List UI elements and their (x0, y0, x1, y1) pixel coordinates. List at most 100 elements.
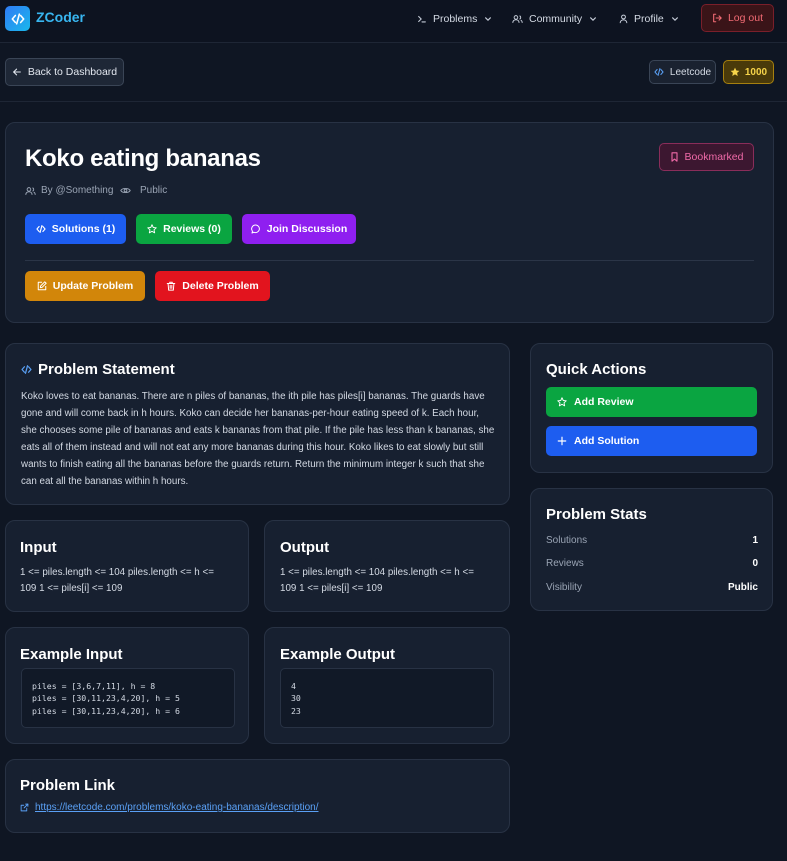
back-to-dashboard-button[interactable]: Back to Dashboard (5, 58, 124, 86)
statement-heading: Problem Statement (38, 361, 175, 378)
brand-logo-icon[interactable] (5, 6, 30, 31)
star-icon (730, 67, 740, 77)
input-text: 1 <= piles.length <= 104 piles.length <=… (20, 565, 235, 597)
code-icon (654, 67, 664, 77)
chevron-down-icon (671, 15, 679, 23)
statement-line: can eat all the bananas within h hours. (21, 476, 189, 487)
example-input-heading: Example Input (20, 646, 123, 663)
nav-community-label: Community (529, 13, 583, 25)
quick-actions-card: Quick Actions Add Review Add Solution (530, 343, 773, 473)
example-output-code: 4 30 23 (280, 668, 494, 728)
statement-text: Koko loves to eat bananas. There are n p… (21, 388, 496, 490)
nav-problems-label: Problems (433, 13, 478, 25)
code-line: piles = [30,11,23,4,20], h = 5 (32, 693, 180, 704)
input-card: Input 1 <= piles.length <= 104 piles.len… (5, 520, 249, 612)
nav-community[interactable]: Community (512, 12, 597, 26)
code-line: 23 (291, 705, 301, 716)
logout-button[interactable]: Log out (701, 4, 774, 32)
statement-line: she chooses some pile of bananas and eat… (21, 425, 495, 436)
bookmark-icon (670, 152, 679, 162)
problem-link-card: Problem Link https://leetcode.com/proble… (5, 759, 510, 833)
output-heading: Output (280, 539, 330, 556)
reviews-button[interactable]: Reviews (0) (136, 214, 232, 244)
quick-actions-heading: Quick Actions (546, 361, 647, 378)
problem-link[interactable]: https://leetcode.com/problems/koko-eatin… (20, 802, 319, 813)
example-input-code: piles = [3,6,7,11], h = 8 piles = [30,11,… (21, 668, 235, 728)
star-outline-icon (557, 397, 567, 407)
input-line: 109 1 <= piles[i] <= 109 (20, 583, 123, 594)
sub-header: Back to Dashboard Leetcode 1000 (0, 43, 787, 102)
users-icon (512, 14, 523, 24)
example-input-card: Example Input piles = [3,6,7,11], h = 8p… (5, 627, 249, 744)
logout-icon (712, 13, 722, 23)
problem-header-card: Koko eating bananas Bookmarked By @Somet… (5, 122, 774, 323)
solutions-button[interactable]: Solutions (1) (25, 214, 126, 244)
code-line: piles = [3,6,7,11], h = 8 (32, 681, 156, 691)
statement-line: Koko loves to eat bananas. There are n p… (21, 391, 485, 402)
code-line: 30 (291, 693, 301, 704)
statement-line: eats all of them instead and will not ea… (21, 442, 484, 453)
statement-heading-row: Problem Statement (21, 361, 175, 378)
problem-stats-card: Problem Stats Solutions 1 Reviews 0 Visi… (530, 488, 773, 611)
author-label: By @Something (41, 185, 114, 196)
delete-problem-button[interactable]: Delete Problem (155, 271, 270, 301)
visibility-label: Public (140, 185, 168, 196)
edit-icon (37, 281, 47, 291)
stat-label: Visibility (546, 582, 582, 593)
terminal-icon (417, 14, 427, 24)
add-review-label: Add Review (574, 396, 634, 408)
points-value: 1000 (744, 66, 768, 78)
statement-line: gone and will come back in h hours. Koko… (21, 408, 480, 419)
update-label: Update Problem (52, 280, 134, 292)
nav-profile-label: Profile (634, 13, 664, 25)
nav-profile[interactable]: Profile (619, 12, 679, 26)
trash-icon (166, 281, 176, 291)
points-badge: 1000 (723, 60, 774, 84)
reviews-label: Reviews (0) (163, 223, 221, 235)
code-line: 4 (291, 681, 296, 691)
add-review-button[interactable]: Add Review (546, 387, 757, 417)
chevron-down-icon (589, 15, 597, 23)
problem-link-heading: Problem Link (20, 777, 116, 794)
stat-row-solutions: Solutions 1 (546, 535, 758, 546)
problem-stats-heading: Problem Stats (546, 506, 647, 523)
delete-label: Delete Problem (182, 280, 259, 292)
platform-badge: Leetcode (649, 60, 716, 84)
top-nav: ZCoder Problems Community Profile Log ou… (0, 0, 787, 43)
eye-icon (120, 186, 131, 195)
example-output-card: Example Output 4 30 23 (264, 627, 510, 744)
statement-line: wants to finish eating all the bananas b… (21, 459, 485, 470)
stat-row-visibility: Visibility Public (546, 582, 758, 593)
brand-name[interactable]: ZCoder (36, 9, 85, 25)
add-solution-label: Add Solution (574, 435, 640, 447)
problem-link-url[interactable]: https://leetcode.com/problems/koko-eatin… (35, 802, 319, 813)
stat-value: 1 (752, 535, 758, 546)
external-link-icon (20, 803, 29, 812)
problem-statement-card: Problem Statement Koko loves to eat bana… (5, 343, 510, 505)
join-discussion-button[interactable]: Join Discussion (242, 214, 356, 244)
problem-title: Koko eating bananas (25, 145, 261, 172)
code-icon (36, 224, 46, 234)
visibility-meta: Public (120, 185, 167, 196)
solutions-label: Solutions (1) (51, 223, 116, 235)
bookmark-button[interactable]: Bookmarked (659, 143, 754, 171)
update-problem-button[interactable]: Update Problem (25, 271, 145, 301)
arrow-left-icon (12, 67, 22, 77)
logout-label: Log out (727, 12, 764, 24)
output-text: 1 <= piles.length <= 104 piles.length <=… (280, 565, 495, 597)
author-meta: By @Something (25, 185, 113, 196)
stat-value: 0 (752, 558, 758, 569)
output-card: Output 1 <= piles.length <= 104 piles.le… (264, 520, 510, 612)
platform-label: Leetcode (669, 66, 712, 78)
add-solution-button[interactable]: Add Solution (546, 426, 757, 456)
stat-value: Public (727, 582, 758, 593)
code-icon (21, 364, 32, 375)
discussion-label: Join Discussion (266, 223, 348, 235)
user-icon (619, 14, 628, 24)
nav-problems[interactable]: Problems (417, 12, 492, 26)
output-line: 109 1 <= piles[i] <= 109 (280, 583, 383, 594)
output-line: 1 <= piles.length <= 104 piles.length <=… (280, 567, 474, 578)
stat-row-reviews: Reviews 0 (546, 558, 758, 569)
bookmark-label: Bookmarked (684, 151, 744, 163)
back-label: Back to Dashboard (27, 66, 118, 78)
